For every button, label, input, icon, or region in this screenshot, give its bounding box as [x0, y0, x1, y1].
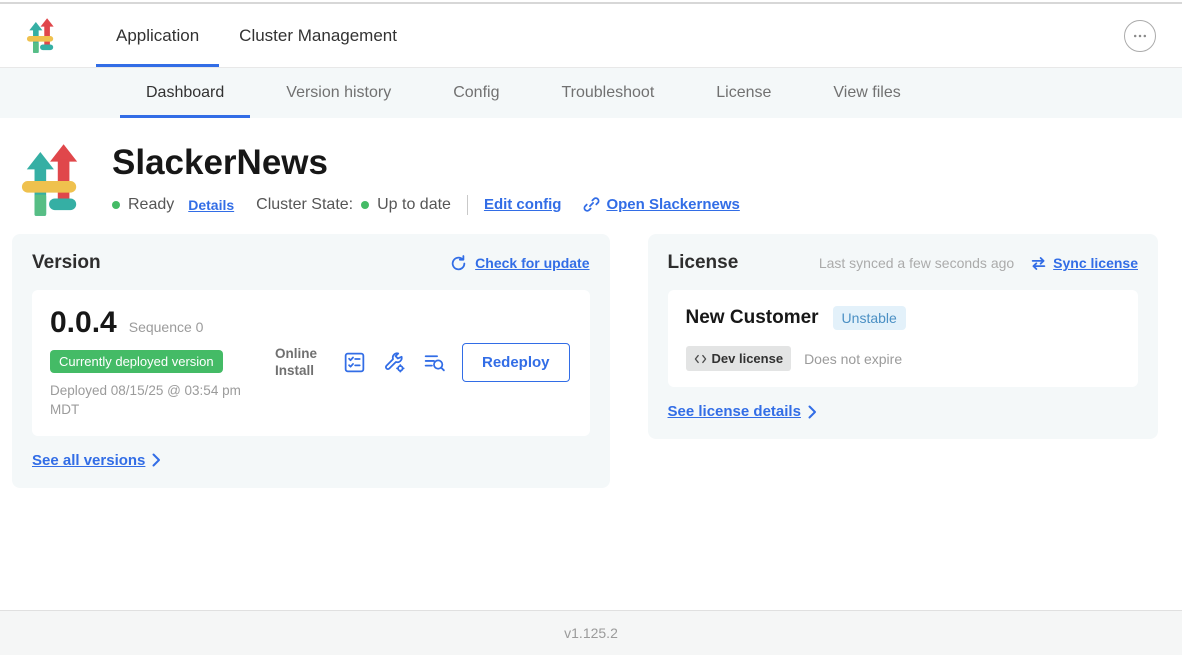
- subnav-tab-dashboard-label: Dashboard: [146, 84, 224, 102]
- open-app-link[interactable]: Open Slackernews: [583, 196, 739, 213]
- current-version-card: 0.0.4 Sequence 0 Currently deployed vers…: [32, 290, 590, 436]
- edit-config-link[interactable]: Edit config: [484, 196, 562, 213]
- slackernews-app-icon: [20, 144, 82, 218]
- subnav-tab-dashboard[interactable]: Dashboard: [120, 68, 250, 118]
- check-for-update-link-label: Check for update: [475, 255, 589, 271]
- status-divider: [467, 195, 468, 215]
- current-version-info: 0.0.4 Sequence 0 Currently deployed vers…: [50, 306, 275, 420]
- subnav-tab-view-files[interactable]: View files: [807, 68, 926, 118]
- subnav-tab-license[interactable]: License: [690, 68, 797, 118]
- app-subnav: Dashboard Version history Config Trouble…: [0, 68, 1182, 118]
- cluster-state-label: Cluster State:: [256, 196, 353, 214]
- see-all-versions-link[interactable]: See all versions: [32, 452, 161, 469]
- configure-wrench-icon[interactable]: [382, 350, 407, 375]
- tab-application[interactable]: Application: [96, 4, 219, 67]
- version-card-title: Version: [32, 252, 101, 274]
- license-type-badge: Dev license: [686, 346, 792, 371]
- tab-application-label: Application: [116, 26, 199, 46]
- subnav-tab-license-label: License: [716, 84, 771, 102]
- open-app-link-label: Open Slackernews: [606, 196, 739, 213]
- sync-license-label: Sync license: [1053, 255, 1138, 271]
- version-actions: Online Install: [275, 343, 572, 382]
- sync-license-link[interactable]: Sync license: [1030, 255, 1138, 272]
- dashboard-cards: Version Check for update 0.0.4 Sequence …: [0, 218, 1182, 488]
- deploy-logs-icon[interactable]: [422, 350, 447, 375]
- subnav-tab-version-history[interactable]: Version history: [260, 68, 417, 118]
- subnav-tab-troubleshoot-label: Troubleshoot: [561, 84, 654, 102]
- chevron-right-icon: [152, 453, 161, 467]
- page-title: SlackerNews: [112, 144, 740, 183]
- console-footer: v1.125.2: [0, 610, 1182, 655]
- see-license-details-link[interactable]: See license details: [668, 403, 817, 420]
- status-details-link[interactable]: Details: [188, 197, 234, 213]
- deployed-timestamp: Deployed 08/15/25 @ 03:54 pm MDT: [50, 382, 265, 420]
- refresh-icon: [450, 255, 467, 272]
- customer-name: New Customer: [686, 307, 819, 329]
- license-card: License Last synced a few seconds ago Sy…: [648, 234, 1158, 439]
- channel-badge: Unstable: [833, 306, 906, 330]
- cluster-state-dot: [361, 201, 369, 209]
- release-notes-icon[interactable]: [342, 350, 367, 375]
- chain-link-icon: [583, 196, 600, 213]
- subnav-tab-troubleshoot[interactable]: Troubleshoot: [535, 68, 680, 118]
- dashboard-main: SlackerNews Ready Details Cluster State:…: [0, 118, 1182, 610]
- install-type-label: Online Install: [275, 346, 327, 380]
- see-license-details-label: See license details: [668, 403, 801, 420]
- subnav-tab-config-label: Config: [453, 84, 499, 102]
- app-status-text: Ready: [128, 196, 174, 214]
- version-card: Version Check for update 0.0.4 Sequence …: [12, 234, 610, 488]
- license-type-row: Dev license Does not expire: [686, 346, 1120, 371]
- check-for-update-link[interactable]: Check for update: [450, 255, 589, 272]
- app-header: SlackerNews Ready Details Cluster State:…: [0, 118, 1182, 218]
- chevron-right-icon: [808, 405, 817, 419]
- version-card-header: Version Check for update: [32, 252, 590, 274]
- code-brackets-icon: [694, 354, 707, 364]
- version-number: 0.0.4: [50, 306, 117, 340]
- subnav-tab-config[interactable]: Config: [427, 68, 525, 118]
- sync-arrows-icon: [1030, 255, 1047, 272]
- version-sequence: Sequence 0: [129, 319, 204, 335]
- license-details-card: New Customer Unstable Dev license Does n…: [668, 290, 1138, 387]
- license-card-header: License Last synced a few seconds ago Sy…: [668, 252, 1138, 274]
- license-card-title: License: [668, 252, 739, 274]
- more-menu-button[interactable]: [1124, 20, 1156, 52]
- last-synced-text: Last synced a few seconds ago: [819, 255, 1014, 271]
- license-type-label: Dev license: [712, 351, 784, 366]
- app-logo[interactable]: [26, 18, 56, 54]
- subnav-tab-view-files-label: View files: [833, 84, 900, 102]
- license-sync-group: Last synced a few seconds ago Sync licen…: [819, 255, 1138, 272]
- see-all-versions-label: See all versions: [32, 452, 145, 469]
- top-header: Application Cluster Management: [0, 4, 1182, 68]
- ready-status-dot: [112, 201, 120, 209]
- deployed-version-badge: Currently deployed version: [50, 350, 223, 373]
- redeploy-button[interactable]: Redeploy: [462, 343, 570, 382]
- subnav-tab-version-history-label: Version history: [286, 84, 391, 102]
- license-customer-row: New Customer Unstable: [686, 306, 1120, 330]
- cluster-state-value: Up to date: [377, 196, 451, 214]
- license-expiry: Does not expire: [804, 351, 902, 367]
- ellipsis-icon: [1132, 28, 1148, 44]
- app-status-row: Ready Details Cluster State: Up to date …: [112, 195, 740, 215]
- console-version: v1.125.2: [564, 625, 618, 641]
- slackernews-logo-icon: [26, 18, 56, 54]
- tab-cluster-management-label: Cluster Management: [239, 26, 397, 46]
- tab-cluster-management[interactable]: Cluster Management: [219, 4, 417, 67]
